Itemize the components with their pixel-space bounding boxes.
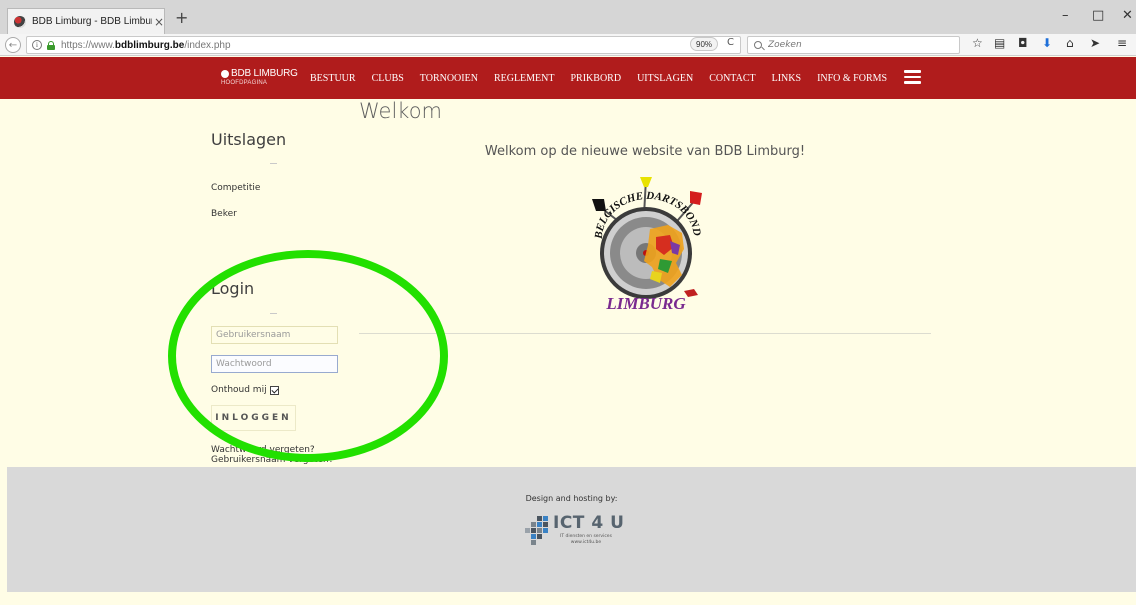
back-arrow-icon[interactable]: ← (5, 37, 21, 53)
menu-item-tornooien[interactable]: TORNOOIEN (420, 73, 478, 84)
dart-flight-black-icon (592, 199, 606, 211)
welcome-message: Welkom op de nieuwe website van BDB Limb… (484, 144, 806, 159)
menu-item-uitslagen[interactable]: UITSLAGEN (637, 73, 693, 84)
menu-item-contact[interactable]: CONTACT (709, 73, 755, 84)
emblem-bottom-text: LIMBURG (605, 294, 686, 313)
ict4u-tagline: IT diensten en services www.ict4u.be (560, 534, 612, 545)
hamburger-menu-icon[interactable] (904, 70, 921, 84)
browser-menu-icon[interactable]: ≡ (1117, 37, 1127, 49)
reload-icon[interactable]: C (727, 37, 734, 48)
bookmark-star-icon[interactable]: ☆ (972, 37, 983, 49)
forgot-password-link[interactable]: Wachtwoord vergeten? (211, 445, 315, 455)
navigation-bar: ← i https://www.bdblimburg.be/index.php … (0, 34, 1136, 56)
close-window-icon[interactable]: ✕ (1122, 8, 1133, 23)
reading-list-icon[interactable]: ▤ (994, 37, 1005, 49)
bdb-limburg-emblem: BELGISCHE DARTSBOND LIMBURG (592, 177, 703, 313)
download-icon[interactable]: ⬇ (1042, 37, 1052, 49)
dart-flight-yellow-icon (640, 177, 652, 187)
send-icon[interactable]: ➤ (1090, 37, 1100, 49)
login-button[interactable]: INLOGGEN (211, 405, 296, 431)
tab-bar: BDB Limburg - BDB Limburg × + – □ ✕ (0, 0, 1136, 34)
menu-item-links[interactable]: LINKS (772, 73, 801, 84)
dartboard-logo-icon (221, 69, 229, 78)
site-logo[interactable]: BDB LIMBURG HOOFDPAGINA (221, 68, 298, 86)
minimize-icon[interactable]: – (1062, 8, 1069, 23)
login-heading: Login (211, 279, 255, 298)
ict4u-blocks-icon (525, 516, 548, 545)
pocket-icon[interactable]: ◘ (1018, 37, 1028, 49)
browser-window: BDB Limburg - BDB Limburg × + – □ ✕ ← i … (0, 0, 1136, 605)
menu-item-reglement[interactable]: REGLEMENT (494, 73, 555, 84)
logo-main-text: BDB LIMBURG (221, 68, 298, 79)
ict4u-name: ICT 4 U (553, 513, 625, 533)
results-divider (270, 163, 277, 164)
username-input[interactable] (211, 326, 338, 344)
ict4u-logo[interactable]: ICT 4 U IT diensten en services www.ict4u… (523, 513, 633, 549)
menu-item-bestuur[interactable]: BESTUUR (310, 73, 356, 84)
page-title: Welkom (359, 99, 443, 123)
menu-item-prikbord[interactable]: PRIKBORD (571, 73, 622, 84)
url-bar[interactable]: i https://www.bdblimburg.be/index.php (26, 36, 741, 54)
logo-subtitle: HOOFDPAGINA (221, 80, 268, 86)
results-link-beker[interactable]: Beker (211, 209, 237, 219)
menu-item-info-forms[interactable]: INFO & FORMS (817, 73, 887, 84)
dart-flight-red-icon (690, 191, 702, 205)
restore-icon[interactable]: □ (1092, 8, 1104, 23)
menu-item-clubs[interactable]: CLUBS (372, 73, 404, 84)
remember-me-label: Onthoud mij (211, 385, 267, 395)
search-icon (754, 41, 762, 49)
results-link-competitie[interactable]: Competitie (211, 183, 260, 193)
dartboard-favicon-icon (14, 15, 26, 28)
browser-tab[interactable]: BDB Limburg - BDB Limburg × (7, 8, 165, 34)
remember-me-checkbox[interactable] (269, 385, 279, 395)
remember-me-row: Onthoud mij (211, 385, 279, 395)
home-icon[interactable]: ⌂ (1066, 37, 1074, 49)
main-menu: BESTUUR CLUBS TORNOOIEN REGLEMENT PRIKBO… (302, 57, 895, 99)
site-footer: Design and hosting by: ICT 4 U IT dienst… (7, 467, 1136, 592)
content-divider (359, 333, 931, 334)
site-header: BDB LIMBURG HOOFDPAGINA BESTUUR CLUBS TO… (0, 57, 1136, 99)
page-bottom-strip (0, 592, 1136, 605)
url-text: https://www.bdblimburg.be/index.php (61, 39, 231, 51)
browser-search-bar[interactable] (747, 36, 960, 54)
results-heading: Uitslagen (211, 130, 287, 149)
login-divider (270, 313, 277, 314)
browser-search-input[interactable] (768, 40, 948, 50)
page-content: Welkom Uitslagen Competitie Beker Welkom… (0, 99, 1136, 467)
info-icon[interactable]: i (32, 40, 42, 50)
footer-credit: Design and hosting by: (525, 494, 618, 503)
tab-title: BDB Limburg - BDB Limburg (32, 16, 152, 27)
password-input[interactable] (211, 355, 338, 373)
zoom-level-badge[interactable]: 90% (690, 37, 719, 51)
new-tab-icon[interactable]: + (175, 10, 188, 26)
forgot-username-link[interactable]: Gebruikersnaam vergeten? (211, 455, 334, 465)
close-tab-icon[interactable]: × (154, 16, 164, 28)
lock-icon[interactable] (47, 40, 55, 50)
